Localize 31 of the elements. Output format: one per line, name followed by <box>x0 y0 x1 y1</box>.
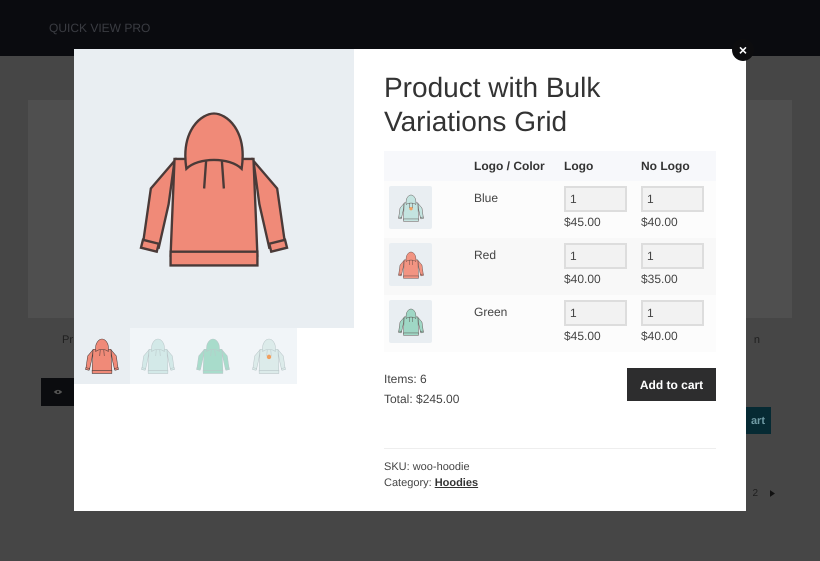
total-price: Total: $245.00 <box>384 391 460 408</box>
product-title: Product with Bulk Variations Grid <box>384 71 602 139</box>
thumbnail[interactable] <box>74 328 130 384</box>
quick-view-button[interactable] <box>41 378 74 406</box>
next-page-icon[interactable] <box>770 490 775 496</box>
thumbnail[interactable] <box>241 328 297 384</box>
column-header: Logo <box>564 159 594 173</box>
variation-name: Blue <box>474 191 498 205</box>
thumbnail[interactable] <box>130 328 186 384</box>
variation-name: Green <box>474 305 508 319</box>
category-link[interactable]: Hoodies <box>434 477 478 489</box>
price: $40.00 <box>641 215 679 229</box>
sku-text: SKU: woo-hoodie <box>384 460 471 475</box>
column-header: No Logo <box>641 159 691 173</box>
add-to-cart-button[interactable]: Add to cart <box>627 368 716 401</box>
quantity-field[interactable]: 1 <box>564 186 627 212</box>
price: $45.00 <box>564 329 602 343</box>
quantity-field[interactable]: 1 <box>564 300 627 326</box>
quantity-field[interactable]: 1 <box>641 243 704 269</box>
price: $35.00 <box>641 272 679 286</box>
quantity-field[interactable]: 1 <box>641 186 704 212</box>
items-count: Items: 6 <box>384 371 428 388</box>
quantity-field[interactable]: 1 <box>641 300 704 326</box>
price: $45.00 <box>564 215 602 229</box>
column-header: Logo / Color <box>474 159 546 173</box>
price: $40.00 <box>564 272 602 286</box>
category-label: Category: <box>384 477 432 489</box>
eye-icon <box>52 389 62 395</box>
quantity-field[interactable]: 1 <box>564 243 627 269</box>
price: $40.00 <box>641 329 679 343</box>
variation-name: Red <box>474 248 496 262</box>
